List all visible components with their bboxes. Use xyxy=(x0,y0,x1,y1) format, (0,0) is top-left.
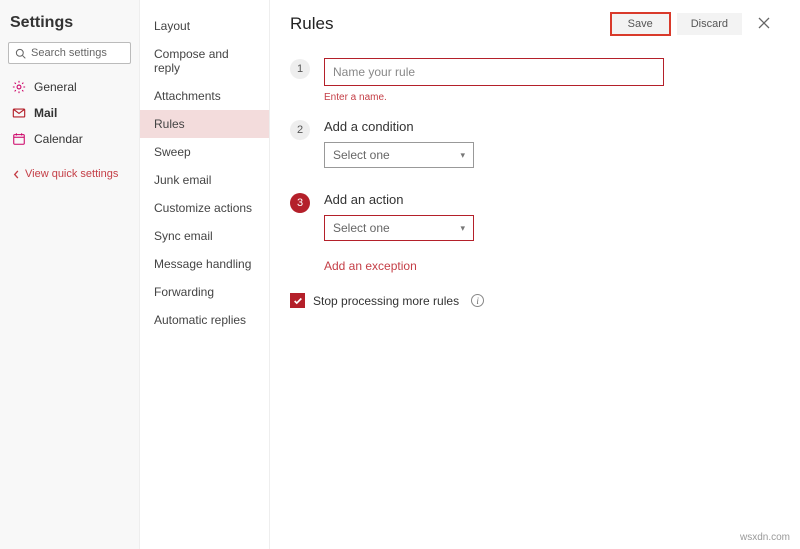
close-icon xyxy=(758,17,770,29)
chevron-down-icon: ▾ xyxy=(460,223,465,234)
chevron-left-icon xyxy=(12,170,21,179)
condition-select[interactable]: Select one ▾ xyxy=(324,142,474,168)
nav-general[interactable]: General xyxy=(8,74,131,100)
save-button[interactable]: Save xyxy=(610,12,671,36)
discard-button[interactable]: Discard xyxy=(677,13,742,35)
gear-icon xyxy=(12,80,26,94)
action-select[interactable]: Select one ▾ xyxy=(324,215,474,241)
subnav-attachments[interactable]: Attachments xyxy=(140,82,269,110)
step-1: 1 xyxy=(290,58,776,86)
subnav-junk-email[interactable]: Junk email xyxy=(140,166,269,194)
stop-processing-checkbox[interactable] xyxy=(290,293,305,308)
chevron-down-icon: ▾ xyxy=(460,150,465,161)
check-icon xyxy=(293,296,303,306)
rule-name-error: Enter a name. xyxy=(324,92,776,103)
panel-title: Rules xyxy=(290,14,604,34)
step-3-title: Add an action xyxy=(324,192,776,207)
nav-mail[interactable]: Mail xyxy=(8,100,131,126)
subnav-compose-reply[interactable]: Compose and reply xyxy=(140,40,269,82)
condition-select-value: Select one xyxy=(333,148,390,162)
close-button[interactable] xyxy=(752,12,776,36)
panel-header: Rules Save Discard xyxy=(290,12,776,36)
step-3: 3 Add an action Select one ▾ Add an exce… xyxy=(290,192,776,273)
subnav-rules[interactable]: Rules xyxy=(140,110,269,138)
action-select-value: Select one xyxy=(333,221,390,235)
step-1-badge: 1 xyxy=(290,59,310,79)
calendar-icon xyxy=(12,132,26,146)
search-settings-input[interactable]: Search settings xyxy=(8,42,131,64)
search-icon xyxy=(15,48,26,59)
subnav-sweep[interactable]: Sweep xyxy=(140,138,269,166)
subnav-automatic-replies[interactable]: Automatic replies xyxy=(140,306,269,334)
step-3-badge: 3 xyxy=(290,193,310,213)
view-quick-settings-link[interactable]: View quick settings xyxy=(8,164,131,184)
info-icon[interactable]: i xyxy=(471,294,484,307)
subnav-customize-actions[interactable]: Customize actions xyxy=(140,194,269,222)
quick-settings-label: View quick settings xyxy=(25,168,118,180)
subnav-forwarding[interactable]: Forwarding xyxy=(140,278,269,306)
settings-primary-nav: Settings Search settings General Mail Ca… xyxy=(0,0,140,549)
step-2-title: Add a condition xyxy=(324,119,776,134)
add-exception-link[interactable]: Add an exception xyxy=(324,259,417,273)
rule-name-input[interactable] xyxy=(324,58,664,86)
step-2: 2 Add a condition Select one ▾ xyxy=(290,119,776,186)
subnav-layout[interactable]: Layout xyxy=(140,12,269,40)
nav-calendar[interactable]: Calendar xyxy=(8,126,131,152)
settings-title: Settings xyxy=(10,14,131,32)
search-placeholder: Search settings xyxy=(31,47,107,59)
settings-secondary-nav: Layout Compose and reply Attachments Rul… xyxy=(140,0,270,549)
nav-mail-label: Mail xyxy=(34,106,57,120)
subnav-message-handling[interactable]: Message handling xyxy=(140,250,269,278)
mail-icon xyxy=(12,106,26,120)
step-2-badge: 2 xyxy=(290,120,310,140)
nav-calendar-label: Calendar xyxy=(34,132,83,146)
rules-editor-panel: Rules Save Discard 1 Enter a name. 2 Add… xyxy=(270,0,800,549)
subnav-sync-email[interactable]: Sync email xyxy=(140,222,269,250)
nav-general-label: General xyxy=(34,80,77,94)
stop-processing-label: Stop processing more rules xyxy=(313,294,459,308)
watermark: wsxdn.com xyxy=(740,532,790,543)
stop-processing-row: Stop processing more rules i xyxy=(290,293,776,308)
